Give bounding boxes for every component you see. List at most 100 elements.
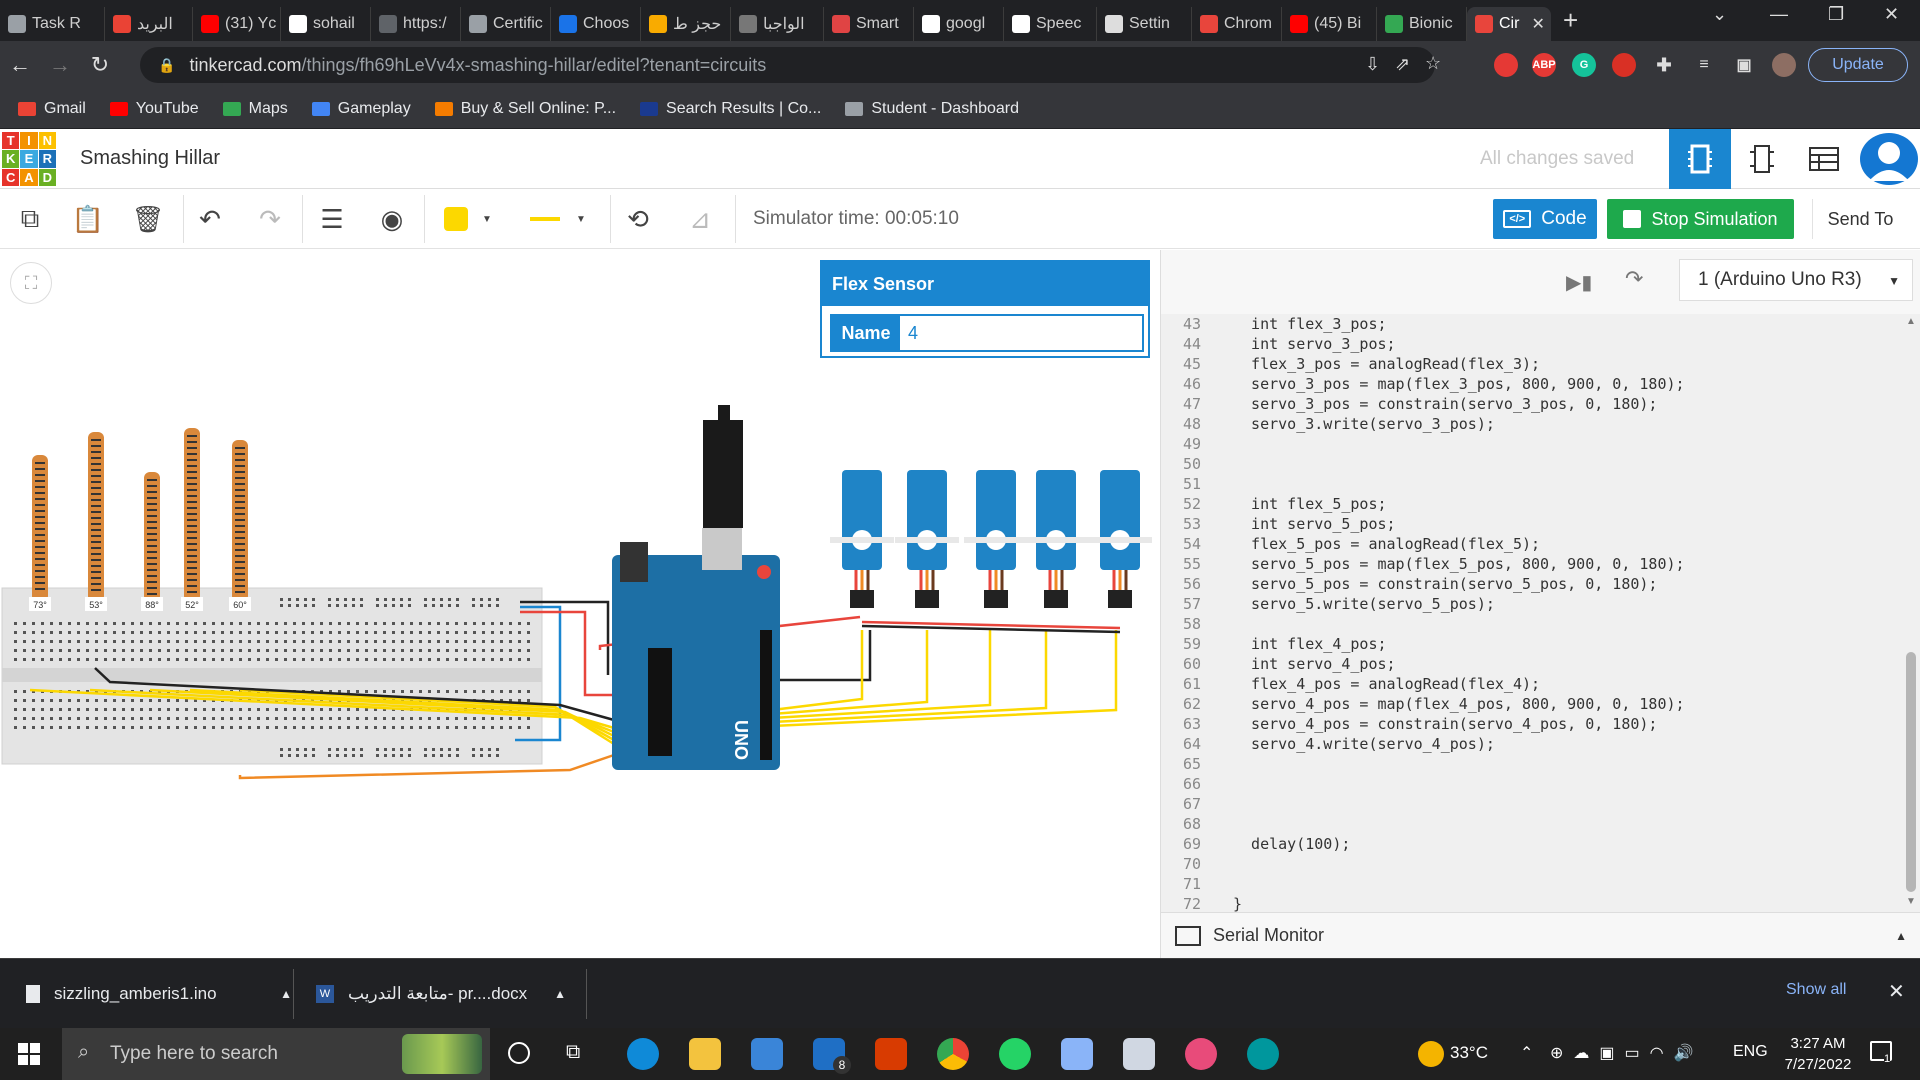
cortana-icon[interactable] bbox=[508, 1042, 530, 1064]
clock[interactable]: 3:27 AM 7/27/2022 bbox=[1768, 1033, 1868, 1075]
code-line[interactable]: 55 servo_5_pos = map(flex_5_pos, 800, 90… bbox=[1161, 554, 1901, 574]
name-field[interactable]: Name 4 bbox=[830, 314, 1144, 352]
code-line[interactable]: 48 servo_3.write(servo_3_pos); bbox=[1161, 414, 1901, 434]
browser-tab[interactable]: Smart bbox=[824, 7, 914, 41]
code-line[interactable]: 49 bbox=[1161, 434, 1901, 454]
copy-icon[interactable]: ⧉ bbox=[10, 199, 50, 239]
servo-motor[interactable] bbox=[895, 470, 959, 608]
visibility-icon[interactable]: ◉ bbox=[372, 199, 412, 239]
minimize-icon[interactable]: — bbox=[1770, 4, 1788, 25]
chrome-icon[interactable] bbox=[937, 1038, 969, 1070]
servo-motor[interactable] bbox=[1024, 470, 1088, 608]
code-line[interactable]: 50 bbox=[1161, 454, 1901, 474]
bookmark-item[interactable]: Maps bbox=[222, 100, 288, 118]
notifications-icon[interactable]: 1 bbox=[1870, 1041, 1892, 1065]
rotate-icon[interactable]: ⟲ bbox=[618, 199, 658, 239]
code-line[interactable]: 54 flex_5_pos = analogRead(flex_5); bbox=[1161, 534, 1901, 554]
browser-tab[interactable]: Task R bbox=[0, 7, 105, 41]
reload-icon[interactable]: ↻ bbox=[80, 52, 120, 78]
bookmark-item[interactable]: Gameplay bbox=[311, 100, 411, 118]
side-panel-icon[interactable]: ▣ bbox=[1732, 53, 1756, 77]
flex-sensor[interactable]: 53° bbox=[85, 432, 107, 611]
share-icon[interactable]: ⇗ bbox=[1395, 54, 1410, 75]
browser-tab[interactable]: حجز ط bbox=[641, 7, 731, 41]
browser-tab[interactable]: الواجبا bbox=[731, 7, 824, 41]
code-line[interactable]: 69 delay(100); bbox=[1161, 834, 1901, 854]
bookmark-item[interactable]: Student - Dashboard bbox=[845, 100, 1019, 118]
browser-tab[interactable]: Chrom bbox=[1192, 7, 1282, 41]
code-editor[interactable]: 43 int flex_3_pos; 44 int servo_3_pos; 45 … bbox=[1161, 314, 1901, 912]
media-queue-icon[interactable]: ≡ bbox=[1692, 53, 1716, 77]
extension-red-icon[interactable] bbox=[1494, 53, 1518, 77]
user-avatar[interactable] bbox=[1860, 133, 1918, 185]
tray-icons[interactable]: ⊕☁▣▭◠🔊 bbox=[1550, 1043, 1704, 1063]
serial-monitor-bar[interactable]: Serial Monitor ▲ bbox=[1161, 912, 1920, 958]
device-selector[interactable]: 1 (Arduino Uno R3) ▼ bbox=[1679, 259, 1913, 301]
mail-icon[interactable]: 8 bbox=[813, 1038, 851, 1074]
back-icon[interactable]: ← bbox=[0, 52, 40, 78]
fill-color-picker[interactable]: ▼ bbox=[432, 201, 508, 237]
servo-motor[interactable] bbox=[830, 470, 894, 608]
browser-tab[interactable]: Choos bbox=[551, 7, 641, 41]
code-line[interactable]: 59 int flex_4_pos; bbox=[1161, 634, 1901, 654]
browser-tab[interactable]: Settin bbox=[1097, 7, 1192, 41]
wire-style-picker[interactable]: ▼ bbox=[520, 201, 602, 237]
code-line[interactable]: 60 int servo_4_pos; bbox=[1161, 654, 1901, 674]
tray-chevron-up-icon[interactable]: ⌃ bbox=[1520, 1043, 1533, 1063]
scrollbar-thumb[interactable] bbox=[1906, 652, 1916, 892]
download-item[interactable]: sizzling_amberis1.ino ▲ bbox=[26, 959, 292, 1029]
code-line[interactable]: 65 bbox=[1161, 754, 1901, 774]
flex-sensor[interactable]: 52° bbox=[181, 428, 203, 611]
flex-sensor[interactable]: 88° bbox=[141, 472, 163, 611]
browser-tab[interactable]: Cir ✕ bbox=[1467, 7, 1551, 41]
new-tab-icon[interactable]: + bbox=[1563, 5, 1578, 36]
servo-motor[interactable] bbox=[1088, 470, 1152, 608]
schematic-view-button[interactable] bbox=[1731, 129, 1793, 189]
send-to-button[interactable]: Send To bbox=[1812, 199, 1908, 239]
adblock-icon[interactable]: ABP bbox=[1532, 53, 1556, 77]
arduino-uno-board[interactable]: UNO bbox=[612, 405, 780, 770]
tab-search-icon[interactable]: ⌄ bbox=[1712, 4, 1727, 25]
code-line[interactable]: 71 bbox=[1161, 874, 1901, 894]
code-line[interactable]: 61 flex_4_pos = analogRead(flex_4); bbox=[1161, 674, 1901, 694]
window-close-icon[interactable]: ✕ bbox=[1884, 4, 1899, 25]
code-line[interactable]: 67 bbox=[1161, 794, 1901, 814]
code-line[interactable]: 46 servo_3_pos = map(flex_3_pos, 800, 90… bbox=[1161, 374, 1901, 394]
task-view-icon[interactable]: ⧉ bbox=[566, 1041, 580, 1064]
browser-tab[interactable]: (31) Yc bbox=[193, 7, 281, 41]
show-all-downloads-link[interactable]: Show all bbox=[1786, 981, 1846, 999]
code-button[interactable]: </> Code bbox=[1493, 199, 1597, 239]
browser-tab[interactable]: البريد bbox=[105, 7, 193, 41]
code-line[interactable]: 52 int flex_5_pos; bbox=[1161, 494, 1901, 514]
profile-avatar[interactable] bbox=[1772, 53, 1796, 77]
install-icon[interactable]: ⇩ bbox=[1365, 54, 1380, 75]
whatsapp-icon[interactable] bbox=[999, 1038, 1031, 1070]
servo-motor[interactable] bbox=[964, 470, 1028, 608]
office-icon[interactable] bbox=[875, 1038, 907, 1070]
component-list-view-button[interactable] bbox=[1793, 129, 1855, 189]
code-scrollbar[interactable]: ▲ ▼ bbox=[1901, 314, 1920, 912]
taskbar-search[interactable]: ⌕ Type here to search bbox=[62, 1028, 490, 1080]
arduino-icon[interactable] bbox=[1247, 1038, 1279, 1070]
flip-icon[interactable]: ⊿ bbox=[680, 199, 720, 239]
tinkercad-logo[interactable]: TINKERCAD bbox=[2, 132, 56, 186]
scroll-down-icon[interactable]: ▼ bbox=[1906, 896, 1916, 907]
code-line[interactable]: 56 servo_5_pos = constrain(servo_5_pos, … bbox=[1161, 574, 1901, 594]
debugger-icon[interactable]: ↷ bbox=[1625, 266, 1643, 292]
weather-icon[interactable] bbox=[1418, 1041, 1444, 1067]
bookmark-item[interactable]: Buy & Sell Online: P... bbox=[434, 100, 616, 118]
code-line[interactable]: 70 bbox=[1161, 854, 1901, 874]
code-line[interactable]: 51 bbox=[1161, 474, 1901, 494]
undo-icon[interactable]: ↶ bbox=[190, 199, 230, 239]
forward-icon[interactable]: → bbox=[40, 52, 80, 78]
code-line[interactable]: 57 servo_5.write(servo_5_pos); bbox=[1161, 594, 1901, 614]
code-line[interactable]: 72} bbox=[1161, 894, 1901, 912]
breadboard[interactable] bbox=[1, 587, 543, 765]
flex-sensor[interactable]: 60° bbox=[229, 440, 251, 611]
code-line[interactable]: 53 int servo_5_pos; bbox=[1161, 514, 1901, 534]
browser-tab[interactable]: Bionic bbox=[1377, 7, 1467, 41]
bookmark-item[interactable]: Search Results | Co... bbox=[640, 100, 821, 118]
close-icon[interactable]: ✕ bbox=[1888, 979, 1905, 1004]
code-line[interactable]: 63 servo_4_pos = constrain(servo_4_pos, … bbox=[1161, 714, 1901, 734]
3d-viewer-icon[interactable] bbox=[1061, 1038, 1093, 1070]
